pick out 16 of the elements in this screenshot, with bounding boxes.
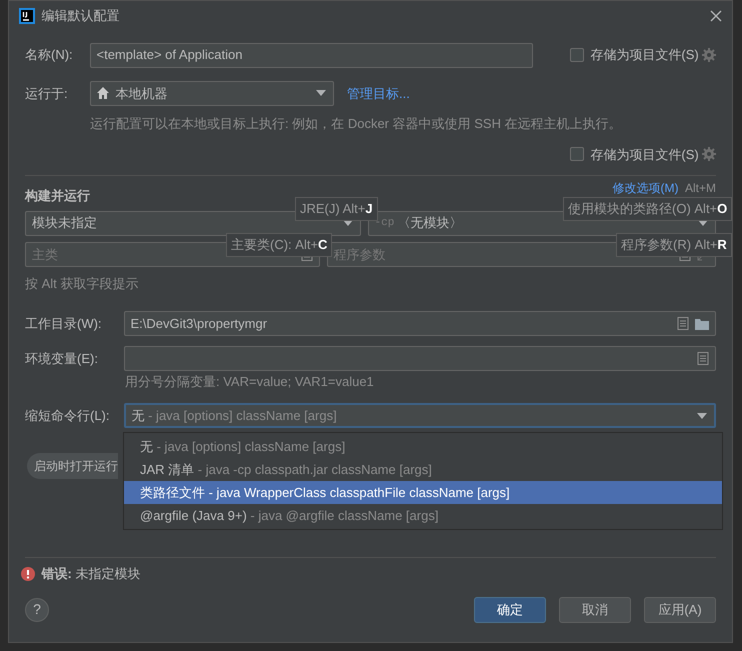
field-label: 工作目录(W): <box>25 314 103 333</box>
error-message: 错误: 未指定模块 <box>42 565 140 583</box>
window-title: 编辑默认配置 <box>42 7 120 26</box>
field-label: 运行于: <box>25 84 69 102</box>
shortcut-tooltip: 使用模块的类路径(O) Alt+O <box>563 197 732 220</box>
shortcut-hint: Alt+M <box>684 180 716 196</box>
field-label: 名称(N): <box>25 46 74 64</box>
field-label: 环境变量(E): <box>25 350 99 368</box>
field-label: 缩短命令行(L): <box>25 406 110 425</box>
hint-text: 运行配置可以在本地或目标上执行: 例如，在 Docker 容器中或使用 SSH 在远程主机上执行。 <box>90 115 623 133</box>
shortcut-tooltip: JRE(J) Alt+J <box>295 197 378 220</box>
section-title: 构建并运行 <box>25 186 90 205</box>
hint-text: 按 Alt 获取字段提示 <box>25 274 140 292</box>
shortcut-tooltip: 主要类(C): Alt+C <box>226 233 332 256</box>
shortcut-tooltip: 程序参数(R) Alt+R <box>616 233 732 256</box>
hint-text: 用分号分隔变量: VAR=value; VAR1=value1 <box>125 373 375 391</box>
